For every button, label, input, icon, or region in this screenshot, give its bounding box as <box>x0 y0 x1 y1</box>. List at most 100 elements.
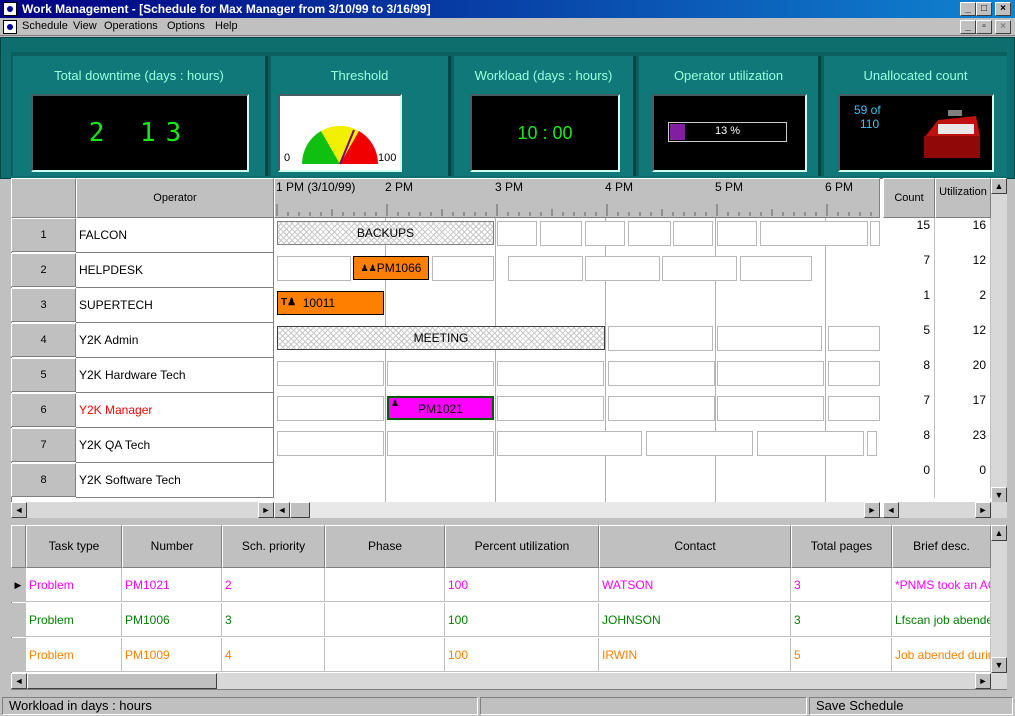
col-contact[interactable]: Contact <box>599 525 791 568</box>
empty-slot[interactable] <box>828 396 880 421</box>
menu-help[interactable]: Help <box>215 20 238 32</box>
child-close-button[interactable]: × <box>995 20 1011 34</box>
scroll-left-button[interactable]: ◄ <box>11 673 27 689</box>
operator-hscroll[interactable]: ◄ ► <box>11 502 274 518</box>
cell-percent[interactable]: 100 <box>445 603 599 637</box>
empty-slot[interactable] <box>277 431 384 456</box>
cell-number[interactable]: PM1006 <box>122 603 222 637</box>
scroll-thumb[interactable] <box>290 502 310 518</box>
row-header[interactable]: 5 <box>11 358 76 392</box>
empty-slot[interactable] <box>760 221 868 246</box>
scroll-up-button[interactable]: ▲ <box>991 178 1007 194</box>
timeline-hscroll[interactable]: ◄ ► <box>274 502 880 518</box>
empty-slot[interactable] <box>717 326 822 351</box>
row-header[interactable]: 7 <box>11 428 76 462</box>
scroll-right-button[interactable]: ► <box>975 673 991 689</box>
count-hscroll[interactable]: ◄ ► <box>883 502 1007 518</box>
row-selector[interactable] <box>11 638 26 672</box>
empty-slot[interactable] <box>662 256 737 281</box>
menu-schedule[interactable]: Schedule <box>22 20 68 32</box>
col-total-pages[interactable]: Total pages <box>791 525 892 568</box>
scroll-left-button[interactable]: ◄ <box>11 502 27 518</box>
scroll-down-button[interactable]: ▼ <box>991 657 1007 673</box>
operator-cell[interactable]: HELPDESK <box>76 253 274 288</box>
cell-priority[interactable]: 3 <box>222 603 325 637</box>
cell-desc[interactable]: Job abended durin <box>892 638 991 672</box>
empty-slot[interactable] <box>497 431 642 456</box>
cell-pages[interactable]: 3 <box>791 568 892 602</box>
empty-slot[interactable] <box>673 221 713 246</box>
cell-desc[interactable]: *PNMS took an AC <box>892 568 991 602</box>
scroll-thumb[interactable] <box>27 673 217 689</box>
scroll-left-button[interactable]: ◄ <box>883 502 899 518</box>
cell-pages[interactable]: 5 <box>791 638 892 672</box>
minimize-button[interactable]: _ <box>960 2 976 16</box>
cell-phase[interactable] <box>325 638 445 672</box>
empty-slot[interactable] <box>277 361 384 386</box>
scroll-left-button[interactable]: ◄ <box>274 502 290 518</box>
task-bar-pm1021[interactable]: ♟ PM1021 <box>387 396 494 420</box>
row-header[interactable]: 1 <box>11 218 76 252</box>
empty-slot[interactable] <box>628 221 671 246</box>
row-header[interactable]: 8 <box>11 463 76 497</box>
cell-contact[interactable]: IRWIN <box>599 638 791 672</box>
cell-number[interactable]: PM1009 <box>122 638 222 672</box>
task-bar-pm1066[interactable]: ♟♟PM1066 <box>353 256 429 280</box>
table-hscroll[interactable]: ◄ ► <box>11 673 1007 689</box>
cell-percent[interactable]: 100 <box>445 568 599 602</box>
empty-slot[interactable] <box>585 256 660 281</box>
empty-slot[interactable] <box>757 431 864 456</box>
row-selector[interactable] <box>11 603 26 637</box>
col-percent-utilization[interactable]: Percent utilization <box>445 525 599 568</box>
empty-slot[interactable] <box>870 221 880 246</box>
col-brief-desc[interactable]: Brief desc. <box>892 525 991 568</box>
child-minimize-button[interactable]: _ <box>960 20 976 34</box>
empty-slot[interactable] <box>717 361 824 386</box>
close-button[interactable]: × <box>995 2 1011 16</box>
cell-priority[interactable]: 4 <box>222 638 325 672</box>
document-icon[interactable] <box>3 20 17 34</box>
scroll-up-button[interactable]: ▲ <box>991 525 1007 541</box>
row-header[interactable]: 2 <box>11 253 76 287</box>
empty-slot[interactable] <box>608 326 713 351</box>
empty-slot[interactable] <box>828 326 880 351</box>
empty-slot[interactable] <box>497 221 537 246</box>
row-header[interactable]: 3 <box>11 288 76 322</box>
task-bar-meeting[interactable]: MEETING <box>277 326 605 350</box>
child-restore-button[interactable]: ▫ <box>976 20 992 34</box>
row-header[interactable]: 4 <box>11 323 76 357</box>
col-sch-priority[interactable]: Sch. priority <box>222 525 325 568</box>
empty-slot[interactable] <box>277 256 351 281</box>
cell-contact[interactable]: WATSON <box>599 568 791 602</box>
scroll-right-button[interactable]: ► <box>975 502 991 518</box>
empty-slot[interactable] <box>646 431 753 456</box>
empty-slot[interactable] <box>277 396 384 421</box>
empty-slot[interactable] <box>608 396 715 421</box>
utilization-header[interactable]: Utilization <box>935 178 991 218</box>
col-task-type[interactable]: Task type <box>26 525 122 568</box>
empty-slot[interactable] <box>867 431 877 456</box>
task-bar-10011[interactable]: T♟ 10011 <box>277 291 384 315</box>
empty-slot[interactable] <box>717 221 757 246</box>
cell-percent[interactable]: 100 <box>445 638 599 672</box>
cell-priority[interactable]: 2 <box>222 568 325 602</box>
scroll-right-button[interactable]: ► <box>864 502 880 518</box>
operator-cell[interactable]: Y2K Software Tech <box>76 463 274 498</box>
empty-slot[interactable] <box>387 361 494 386</box>
cell-type[interactable]: Problem <box>26 568 122 602</box>
app-icon[interactable] <box>3 2 17 16</box>
empty-slot[interactable] <box>585 221 625 246</box>
operator-cell[interactable]: FALCON <box>76 218 274 253</box>
menu-options[interactable]: Options <box>167 20 205 32</box>
empty-slot[interactable] <box>608 361 715 386</box>
empty-slot[interactable] <box>497 361 604 386</box>
cell-phase[interactable] <box>325 603 445 637</box>
operator-header[interactable]: Operator <box>76 178 274 218</box>
empty-slot[interactable] <box>387 431 494 456</box>
scroll-down-button[interactable]: ▼ <box>991 487 1007 503</box>
cell-phase[interactable] <box>325 568 445 602</box>
cell-number[interactable]: PM1021 <box>122 568 222 602</box>
task-bar-backups[interactable]: BACKUPS <box>277 221 494 245</box>
operator-cell[interactable]: Y2K QA Tech <box>76 428 274 463</box>
cell-contact[interactable]: JOHNSON <box>599 603 791 637</box>
